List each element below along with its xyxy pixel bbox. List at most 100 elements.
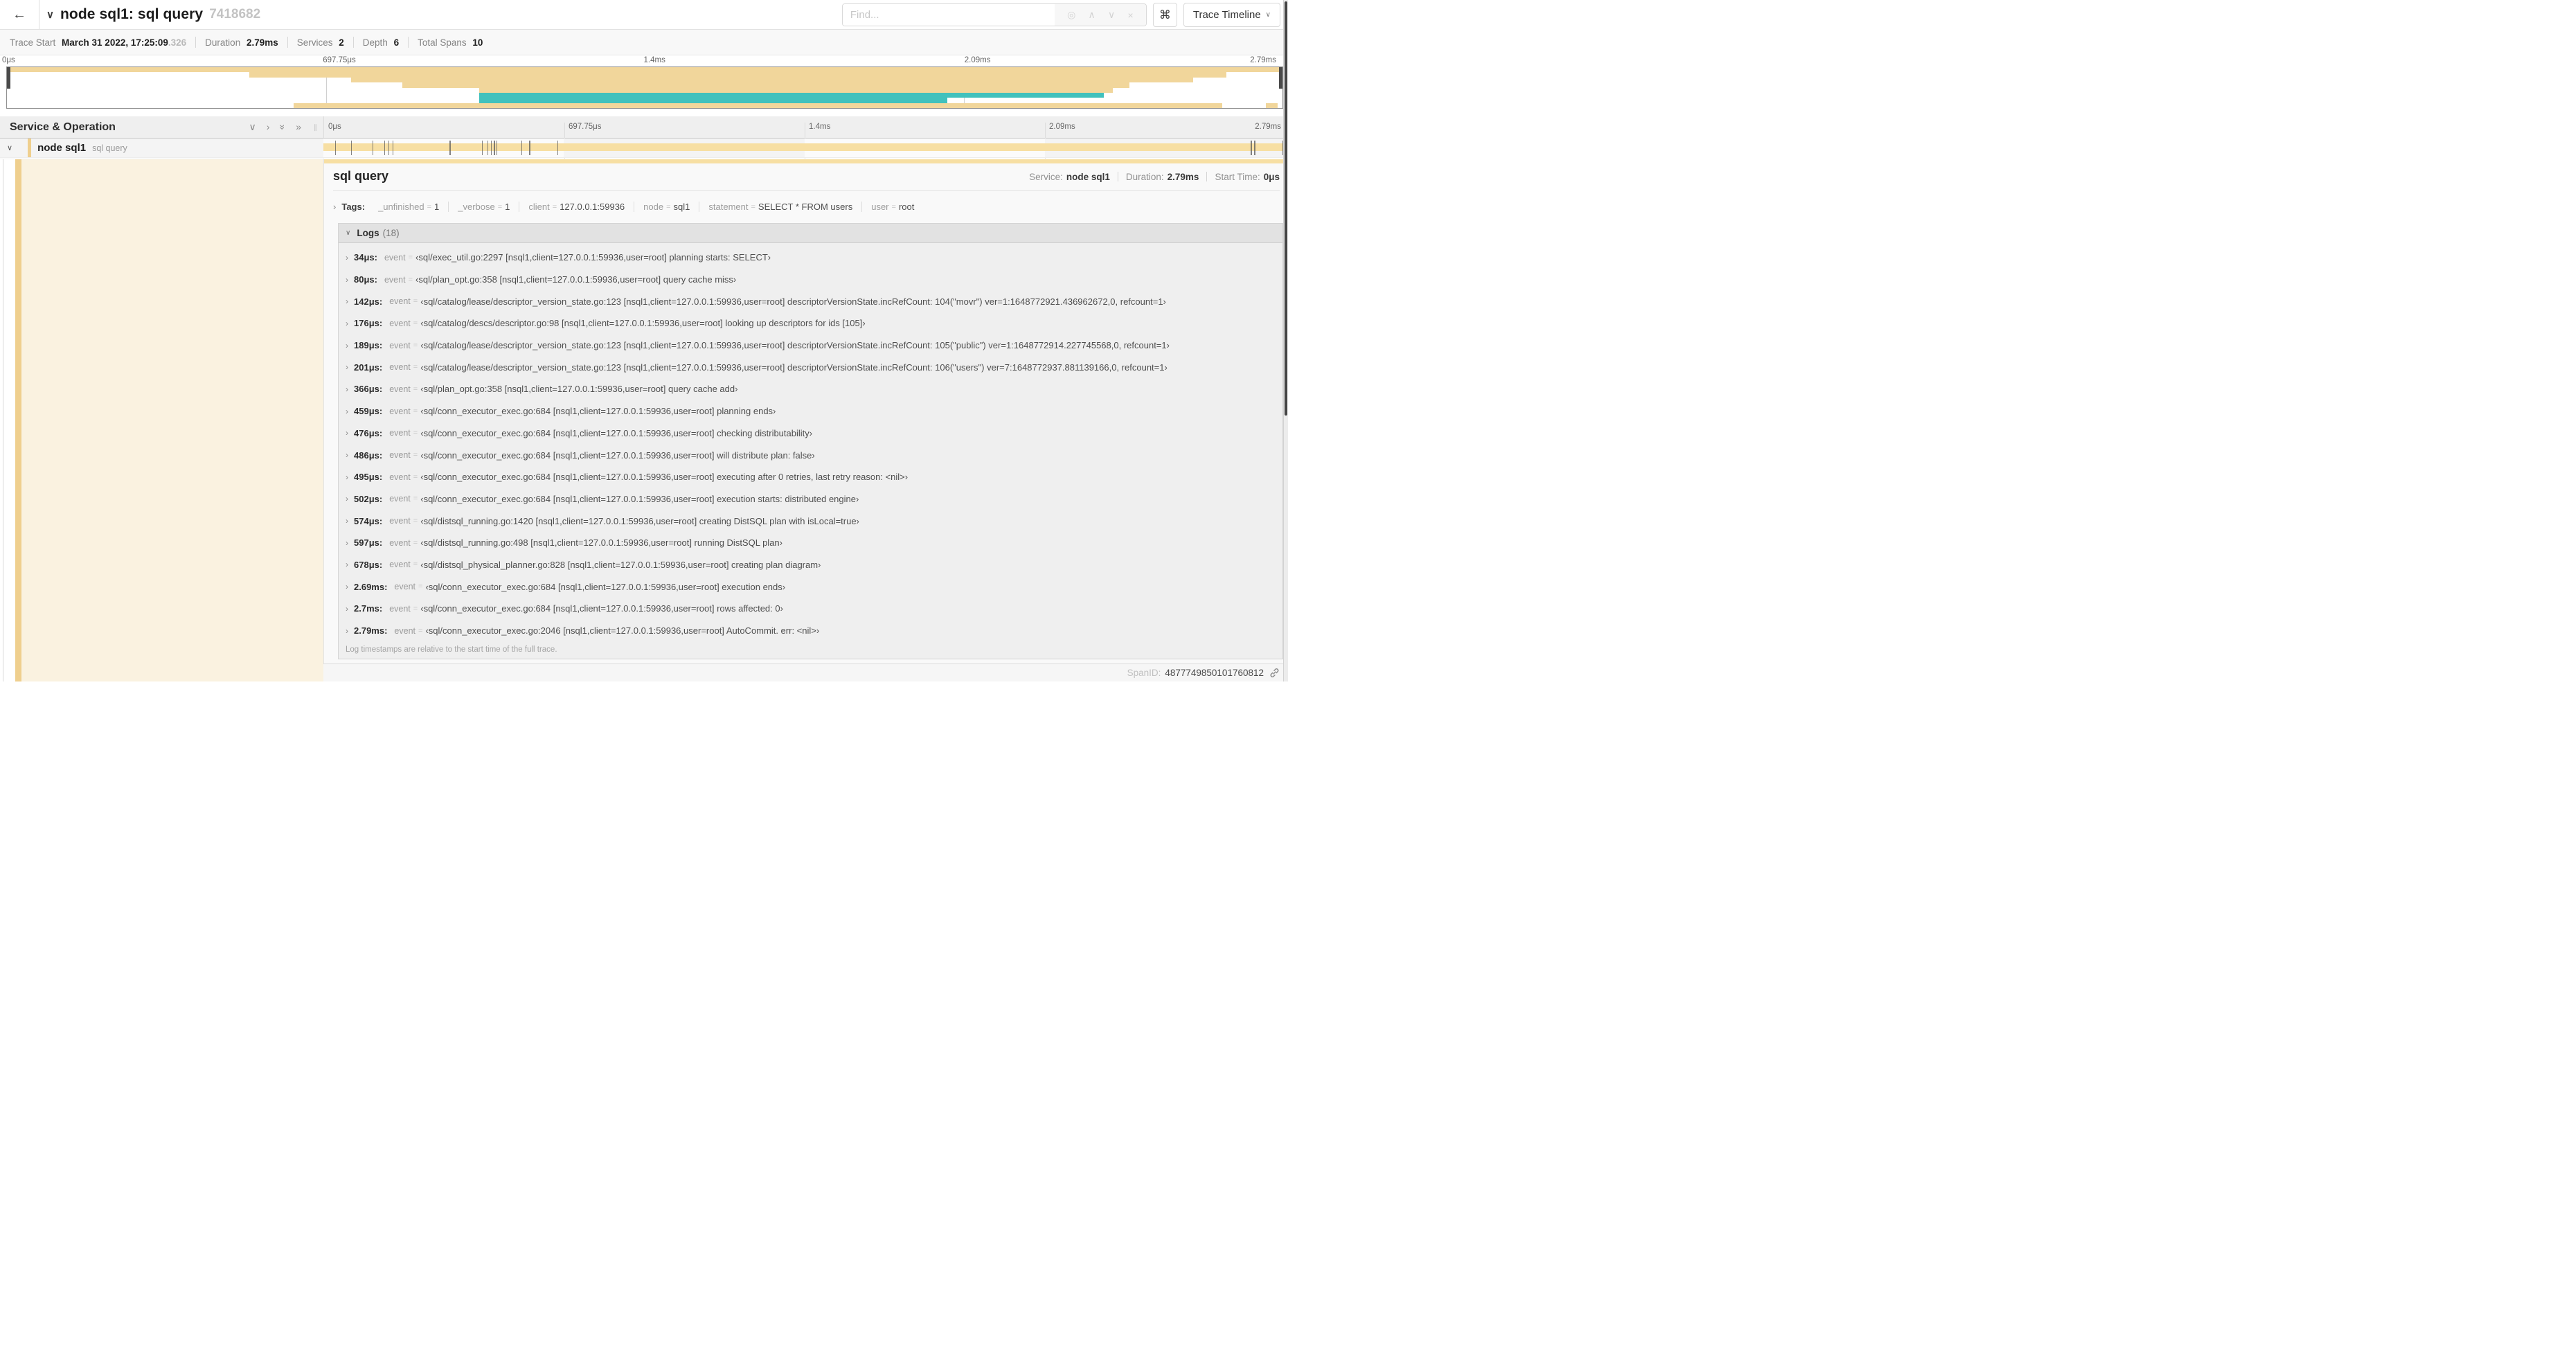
summary-separator: [287, 37, 288, 48]
log-marker-tick[interactable]: [350, 141, 352, 155]
log-marker-tick[interactable]: [490, 141, 492, 155]
log-field-value: ‹sql/plan_opt.go:358 [nsql1,client=127.0…: [415, 274, 737, 285]
log-field-key: event: [394, 625, 416, 636]
find-prev-icon[interactable]: ∧: [1089, 9, 1095, 21]
equals-sign: =: [413, 363, 418, 372]
log-row[interactable]: › 80μs: event = ‹sql/plan_opt.go:358 [nsql1,…: [339, 269, 1282, 291]
expand-all-icon[interactable]: »: [296, 121, 301, 133]
equals-sign: =: [413, 472, 418, 481]
log-marker-tick[interactable]: [384, 141, 385, 155]
minimap-span-bar: [478, 92, 1104, 98]
chevron-right-icon: ›: [346, 296, 348, 307]
log-marker-tick[interactable]: [1254, 141, 1255, 155]
log-marker-tick[interactable]: [334, 141, 337, 155]
log-marker-tick[interactable]: [481, 141, 483, 155]
scrollbar-thumb[interactable]: [1284, 1, 1287, 416]
log-row[interactable]: › 366μs: event = ‹sql/plan_opt.go:358 [nsql1…: [339, 378, 1282, 400]
log-row[interactable]: › 176μs: event = ‹sql/catalog/descs/descript…: [339, 312, 1282, 335]
scrollbar-track[interactable]: [1283, 0, 1288, 682]
view-select-label: Trace Timeline: [1192, 9, 1261, 21]
service-operation-title: Service & Operation: [10, 121, 116, 133]
log-field-key: event: [389, 362, 411, 373]
log-timestamp: 189μs:: [354, 340, 383, 351]
log-row[interactable]: › 201μs: event = ‹sql/catalog/lease/descript…: [339, 356, 1282, 378]
column-resizer-grip[interactable]: ∥: [314, 124, 318, 132]
summary-item-fraction: .326: [168, 37, 187, 48]
summary-separator: [408, 37, 409, 48]
back-arrow-icon: ←: [12, 6, 26, 22]
log-row[interactable]: › 495μs: event = ‹sql/conn_executor_exec.go:…: [339, 466, 1282, 488]
expand-one-icon[interactable]: ›: [267, 121, 270, 133]
ruler-tick-label: 1.4ms: [809, 123, 831, 131]
log-field-key: event: [389, 472, 411, 482]
minimap-left-handle[interactable]: [7, 67, 10, 89]
log-row[interactable]: › 2.7ms: event = ‹sql/conn_executor_exec.go:…: [339, 598, 1282, 620]
equals-sign: =: [427, 202, 431, 211]
log-row[interactable]: › 678μs: event = ‹sql/distsql_physical_plann…: [339, 554, 1282, 576]
chevron-right-icon: ›: [346, 516, 348, 526]
keyboard-shortcuts-button[interactable]: ⌘: [1152, 3, 1177, 27]
log-field-key: event: [389, 560, 411, 570]
collapse-one-icon[interactable]: ∨: [249, 121, 256, 133]
find-clear-icon[interactable]: ×: [1127, 10, 1133, 21]
log-marker-tick[interactable]: [557, 141, 558, 155]
log-marker-tick[interactable]: [449, 141, 451, 155]
chevron-right-icon: ›: [346, 450, 348, 461]
log-row[interactable]: › 574μs: event = ‹sql/distsql_running.go:142…: [339, 510, 1282, 532]
span-collapse-icon[interactable]: ∨: [7, 143, 12, 152]
log-timestamp: 176μs:: [354, 318, 383, 329]
command-icon: ⌘: [1159, 8, 1171, 21]
view-select-button[interactable]: Trace Timeline ∨: [1183, 3, 1280, 27]
find-target-icon[interactable]: ◎: [1067, 9, 1075, 21]
log-timestamp: 495μs:: [354, 472, 383, 483]
log-timestamp: 574μs:: [354, 515, 383, 526]
meta-value: 0μs: [1263, 171, 1280, 182]
collapse-all-icon[interactable]: »: [277, 125, 289, 130]
back-button[interactable]: ←: [0, 0, 39, 29]
collapse-trace-icon[interactable]: ∨: [46, 8, 54, 21]
log-timestamp: 34μs:: [354, 252, 377, 263]
log-row[interactable]: › 34μs: event = ‹sql/exec_util.go:2297 [nsql…: [339, 247, 1282, 269]
tags-row[interactable]: › Tags: _unfinished = 1 _verbose = 1 client = 12…: [333, 198, 923, 216]
minimap-right-handle[interactable]: [1279, 67, 1282, 89]
ruler-tick-label: 0μs: [328, 123, 341, 131]
log-marker-tick[interactable]: [529, 141, 530, 155]
equals-sign: =: [413, 604, 418, 613]
spanid-label: SpanID:: [1127, 668, 1161, 678]
log-timestamp: 486μs:: [354, 449, 383, 461]
log-timestamp: 597μs:: [354, 537, 383, 549]
trace-summary-bar: Trace Start March 31 2022, 17:25:09.326 D…: [0, 29, 1288, 55]
equals-sign: =: [413, 560, 418, 569]
span-detail-highlight: [21, 159, 323, 682]
find-next-icon[interactable]: ∨: [1108, 9, 1115, 21]
chevron-right-icon: ›: [346, 625, 348, 636]
log-field-key: event: [389, 494, 411, 504]
spanid-value: 4877749850101760812: [1165, 668, 1264, 678]
span-row-label[interactable]: ∨ node sql1 sql query: [0, 139, 323, 157]
log-row[interactable]: › 597μs: event = ‹sql/distsql_running.go:498…: [339, 532, 1282, 554]
timeline-column-headers: Service & Operation ∨ › » » ∥ 0μs 697.75μ…: [0, 116, 1288, 670]
log-row[interactable]: › 142μs: event = ‹sql/catalog/lease/descript…: [339, 290, 1282, 312]
log-row[interactable]: › 486μs: event = ‹sql/conn_executor_exec.go:…: [339, 444, 1282, 466]
log-marker-tick[interactable]: [388, 141, 390, 155]
log-field-value: ‹sql/conn_executor_exec.go:684 [nsql1,cl…: [420, 427, 813, 438]
find-input[interactable]: [842, 4, 1055, 26]
logs-header[interactable]: ∨ Logs (18): [339, 224, 1282, 243]
timeline-minimap[interactable]: [6, 66, 1283, 109]
log-row[interactable]: › 2.79ms: event = ‹sql/conn_executor_exec.go…: [339, 620, 1282, 642]
log-marker-tick[interactable]: [521, 141, 523, 155]
log-row[interactable]: › 459μs: event = ‹sql/conn_executor_exec.go:…: [339, 400, 1282, 422]
log-timestamp: 502μs:: [354, 493, 383, 504]
chevron-right-icon: ›: [346, 274, 348, 285]
log-row[interactable]: › 2.69ms: event = ‹sql/conn_executor_exec.go…: [339, 576, 1282, 598]
deep-link-icon[interactable]: [1269, 668, 1280, 678]
log-row[interactable]: › 189μs: event = ‹sql/catalog/lease/descript…: [339, 335, 1282, 357]
chevron-right-icon: ›: [346, 472, 348, 482]
log-row[interactable]: › 476μs: event = ‹sql/conn_executor_exec.go:…: [339, 422, 1282, 445]
summary-item-value: 10: [472, 37, 483, 48]
timeline-ruler: 0μs 697.75μs 1.4ms 2.09ms 2.79ms: [323, 116, 1285, 670]
span-timeline-cell[interactable]: [323, 139, 1285, 157]
log-row[interactable]: › 502μs: event = ‹sql/conn_executor_exec.go:…: [339, 488, 1282, 510]
find-suffix: ◎ ∧ ∨ ×: [1054, 4, 1146, 26]
log-field-key: event: [394, 582, 416, 592]
